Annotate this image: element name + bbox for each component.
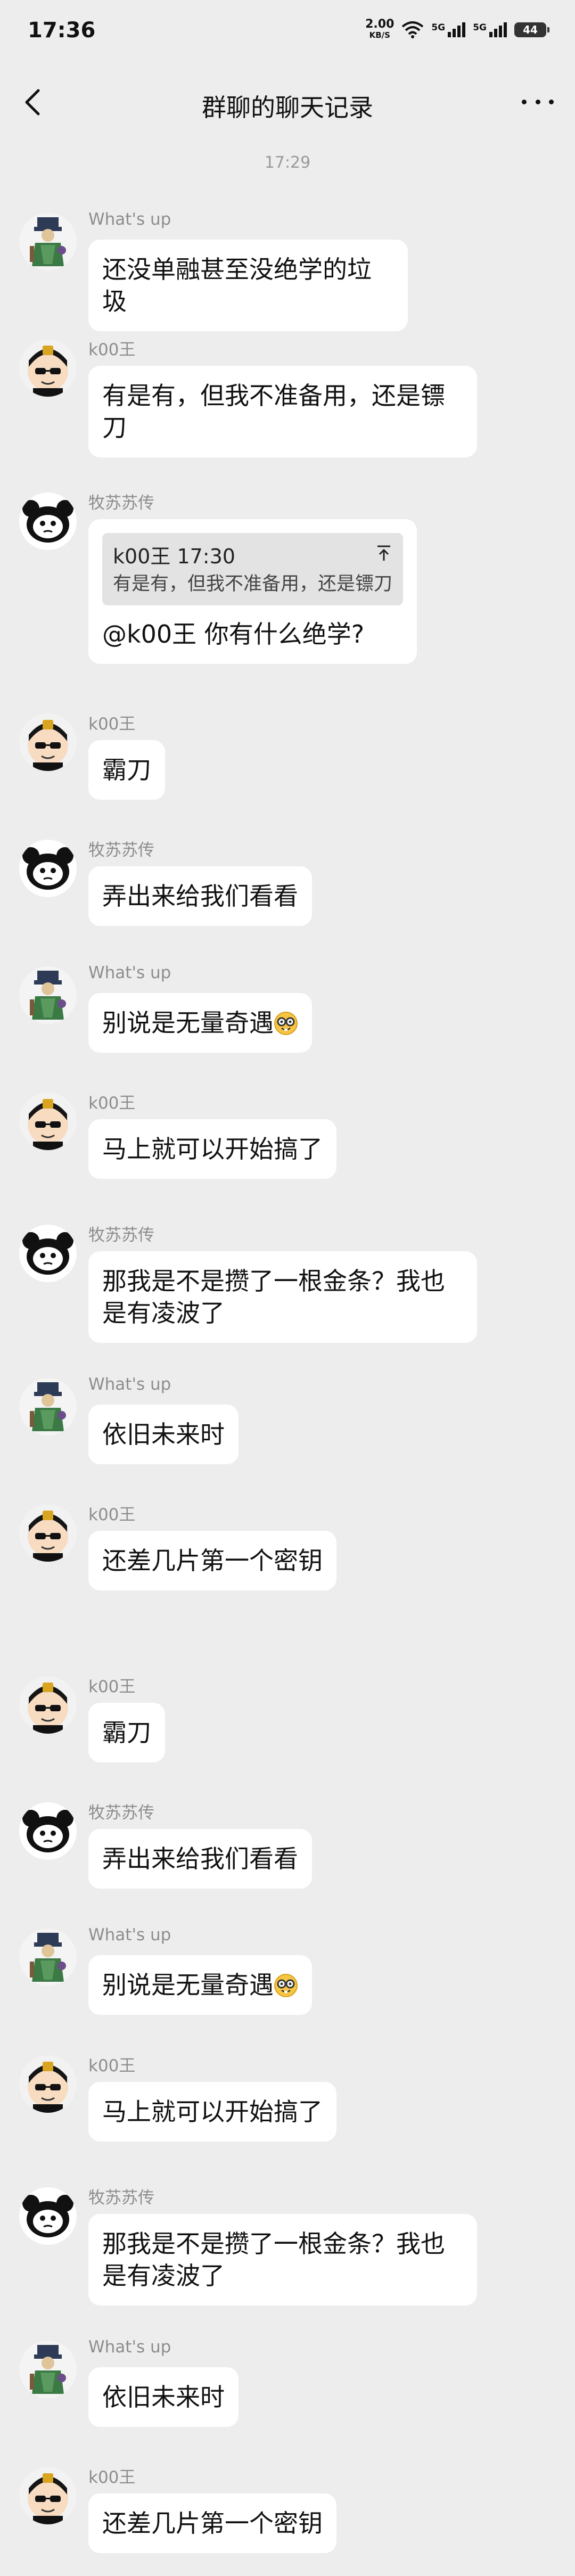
message-bubble[interactable]: 马上就可以开始搞了 bbox=[88, 2082, 336, 2142]
message-bubble[interactable]: 依旧未来时 bbox=[88, 1405, 239, 1464]
message-text: 霸刀 bbox=[102, 1718, 151, 1747]
sender-name: k00王 bbox=[88, 2056, 136, 2075]
panda-avatar[interactable] bbox=[19, 840, 77, 897]
sender-name: k00王 bbox=[88, 1677, 136, 1696]
message-bubble[interactable]: 弄出来给我们看看 bbox=[88, 1829, 312, 1889]
panda-avatar[interactable] bbox=[19, 493, 77, 550]
nerd-face-icon bbox=[274, 1011, 298, 1036]
message-bubble[interactable]: 霸刀 bbox=[88, 1703, 165, 1762]
battery-icon: 44 bbox=[514, 22, 549, 37]
panda-avatar[interactable] bbox=[19, 2187, 77, 2245]
chat-timestamp: 17:29 bbox=[264, 153, 311, 172]
sender-name: 牧苏苏传 bbox=[88, 1226, 154, 1245]
whatsup-avatar[interactable] bbox=[19, 966, 77, 1024]
sender-name: k00王 bbox=[88, 340, 136, 359]
message-bubble[interactable]: 弄出来给我们看看 bbox=[88, 866, 312, 926]
sender-name: What's up bbox=[88, 210, 171, 229]
more-options-icon[interactable] bbox=[522, 88, 554, 115]
message-text: 还差几片第一个密钥 bbox=[102, 2509, 323, 2538]
message-text: 弄出来给我们看看 bbox=[102, 882, 298, 910]
k00-avatar[interactable] bbox=[19, 1093, 77, 1150]
net-speed: 2.00 KB/S bbox=[365, 19, 394, 40]
signal-label: 5G bbox=[473, 22, 487, 33]
sender-name: What's up bbox=[88, 963, 171, 982]
sender-name: k00王 bbox=[88, 2468, 136, 2487]
sender-name: What's up bbox=[88, 1925, 171, 1945]
message-text: 马上就可以开始搞了 bbox=[102, 1135, 323, 1163]
status-time: 17:36 bbox=[28, 18, 96, 43]
message-bubble[interactable]: 有是有，但我不准备用，还是镖刀 bbox=[88, 366, 477, 457]
quoted-message[interactable]: k00王 17:30 有是有，但我不准备用，还是镖刀 bbox=[102, 533, 404, 605]
message-bubble[interactable]: 马上就可以开始搞了 bbox=[88, 1119, 336, 1179]
message-text: 别说是无量奇遇 bbox=[102, 1971, 274, 1999]
message-bubble[interactable]: 那我是不是攒了一根金条？我也是有凌波了 bbox=[88, 1251, 477, 1343]
sender-name: 牧苏苏传 bbox=[88, 2188, 154, 2208]
net-speed-unit: KB/S bbox=[369, 30, 390, 40]
k00-avatar[interactable] bbox=[19, 2467, 77, 2524]
message-bubble[interactable]: 还没单融甚至没绝学的垃圾 bbox=[88, 240, 408, 331]
message-bubble[interactable]: 依旧未来时 bbox=[88, 2367, 239, 2427]
message-text: 那我是不是攒了一根金条？我也是有凌波了 bbox=[102, 2229, 445, 2290]
sender-name: 牧苏苏传 bbox=[88, 494, 154, 513]
page-title: 群聊的聊天记录 bbox=[202, 93, 373, 122]
message-bubble[interactable]: k00王 17:30 有是有，但我不准备用，还是镖刀 @k00王 你有什么绝学? bbox=[88, 519, 417, 664]
panda-avatar[interactable] bbox=[19, 1802, 77, 1860]
message-text: 还差几片第一个密钥 bbox=[102, 1546, 323, 1575]
signal-label: 5G bbox=[431, 22, 446, 33]
sender-name: k00王 bbox=[88, 715, 136, 734]
message-bubble[interactable]: 还差几片第一个密钥 bbox=[88, 1531, 336, 1590]
nav-bar: 群聊的聊天记录 bbox=[0, 65, 575, 138]
jump-to-top-icon[interactable] bbox=[374, 544, 393, 563]
whatsup-avatar[interactable] bbox=[19, 1378, 77, 1435]
status-icons: 2.00 KB/S 5G 5G 44 bbox=[365, 19, 549, 40]
quote-meta: k00王 17:30 bbox=[113, 545, 235, 568]
whatsup-avatar[interactable] bbox=[19, 1929, 77, 1986]
message-text: @k00王 你有什么绝学? bbox=[102, 620, 365, 649]
message-text: 弄出来给我们看看 bbox=[102, 1844, 298, 1873]
message-text: 有是有，但我不准备用，还是镖刀 bbox=[102, 381, 445, 442]
signal-icon: 5G bbox=[473, 22, 507, 37]
message-text: 还没单融甚至没绝学的垃圾 bbox=[102, 255, 372, 316]
sender-name: k00王 bbox=[88, 1094, 136, 1113]
sender-name: k00王 bbox=[88, 1505, 136, 1524]
message-bubble[interactable]: 霸刀 bbox=[88, 740, 165, 800]
k00-avatar[interactable] bbox=[19, 2055, 77, 2113]
k00-avatar[interactable] bbox=[19, 339, 77, 397]
message-text: 别说是无量奇遇 bbox=[102, 1008, 274, 1037]
signal-icon: 5G bbox=[431, 22, 466, 37]
wifi-icon bbox=[402, 21, 424, 38]
nerd-face-icon bbox=[274, 1973, 298, 1998]
message-text: 依旧未来时 bbox=[102, 2383, 225, 2411]
quote-text: 有是有，但我不准备用，还是镖刀 bbox=[113, 573, 393, 595]
whatsup-avatar[interactable] bbox=[19, 213, 77, 270]
message-bubble[interactable]: 还差几片第一个密钥 bbox=[88, 2493, 336, 2553]
message-text: 依旧未来时 bbox=[102, 1420, 225, 1449]
message-bubble[interactable]: 别说是无量奇遇 bbox=[88, 993, 312, 1053]
message-bubble[interactable]: 那我是不是攒了一根金条？我也是有凌波了 bbox=[88, 2214, 477, 2306]
sender-name: What's up bbox=[88, 2337, 171, 2357]
message-text: 霸刀 bbox=[102, 756, 151, 784]
net-speed-value: 2.00 bbox=[365, 18, 395, 31]
sender-name: 牧苏苏传 bbox=[88, 841, 154, 860]
status-bar: 17:36 2.00 KB/S 5G 5G 44 bbox=[0, 0, 575, 65]
k00-avatar[interactable] bbox=[19, 1676, 77, 1734]
k00-avatar[interactable] bbox=[19, 713, 77, 771]
k00-avatar[interactable] bbox=[19, 1504, 77, 1562]
sender-name: What's up bbox=[88, 1375, 171, 1394]
message-bubble[interactable]: 别说是无量奇遇 bbox=[88, 1955, 312, 2015]
whatsup-avatar[interactable] bbox=[19, 2341, 77, 2398]
panda-avatar[interactable] bbox=[19, 1225, 77, 1282]
sender-name: 牧苏苏传 bbox=[88, 1803, 154, 1823]
message-text: 马上就可以开始搞了 bbox=[102, 2097, 323, 2126]
message-text: 那我是不是攒了一根金条？我也是有凌波了 bbox=[102, 1267, 445, 1327]
